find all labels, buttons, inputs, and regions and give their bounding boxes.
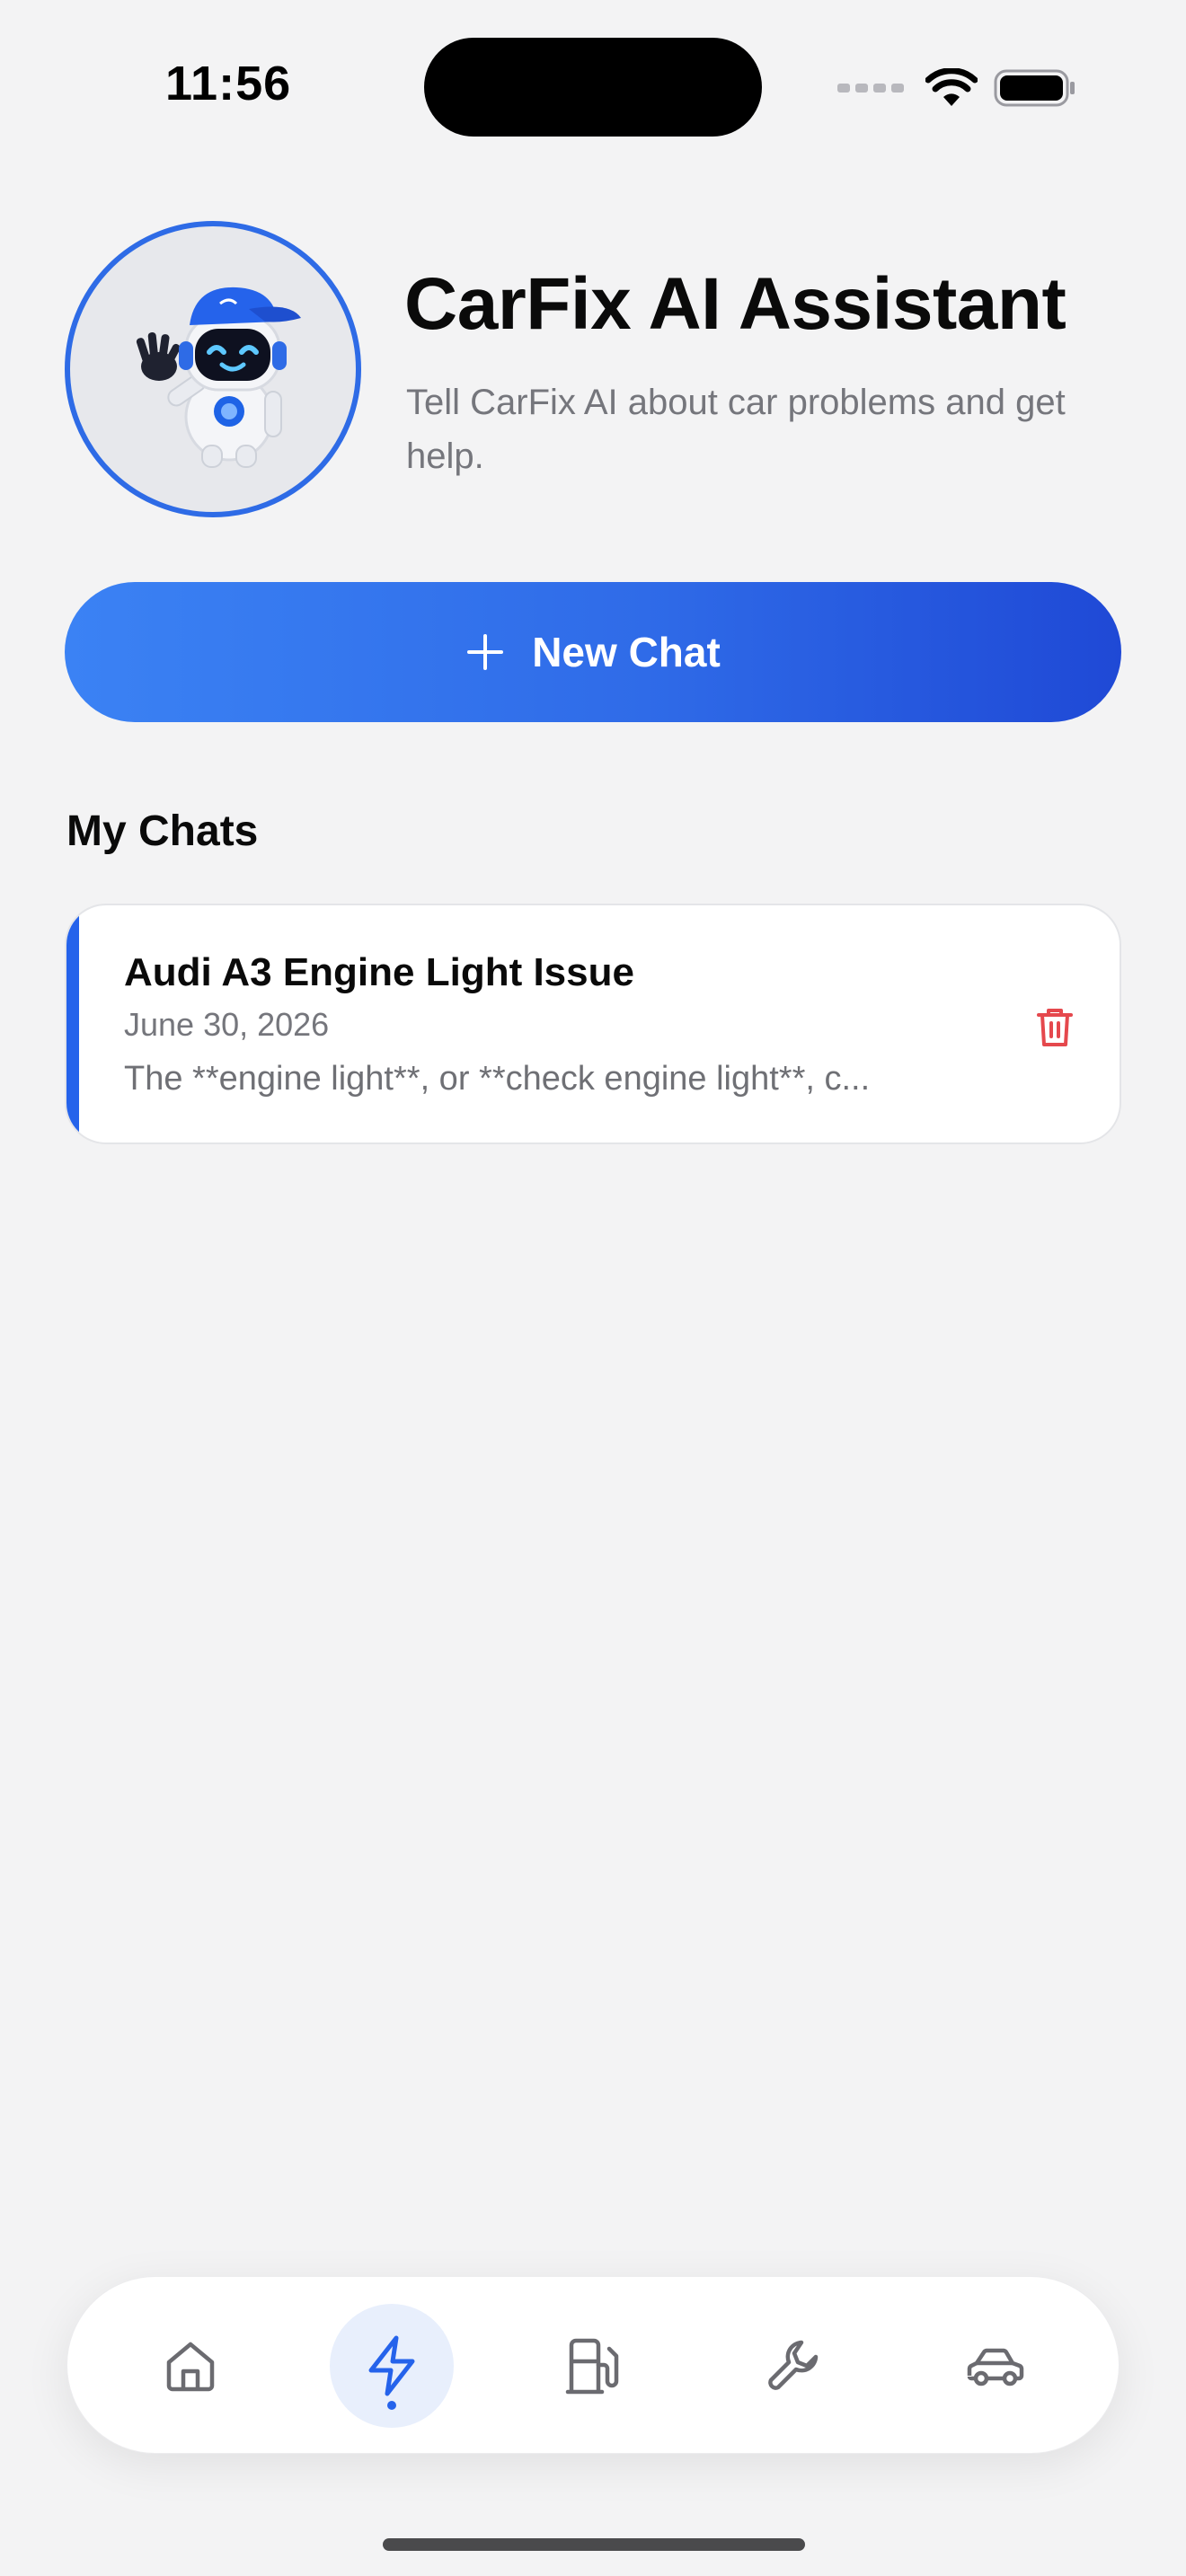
status-time: 11:56 (165, 57, 292, 110)
new-chat-button[interactable]: New Chat (65, 582, 1121, 722)
active-tab-indicator (387, 2401, 396, 2410)
tab-vehicles[interactable] (934, 2304, 1058, 2428)
page-title: CarFix AI Assistant (404, 263, 1067, 345)
chat-title: Audi A3 Engine Light Issue (124, 950, 634, 994)
trash-icon (1037, 1009, 1073, 1046)
chat-list-item[interactable]: Audi A3 Engine Light Issue June 30, 2026… (65, 904, 1121, 1144)
lightning-icon (368, 2335, 415, 2396)
page-subtitle: Tell CarFix AI about car problems and ge… (406, 383, 1066, 476)
plus-icon (467, 634, 504, 670)
robot-mascot-icon (136, 287, 301, 468)
battery-icon (994, 69, 1075, 107)
chat-preview: The **engine light**, or **check engine … (124, 1060, 871, 1098)
tab-fuel[interactable] (531, 2304, 655, 2428)
chat-date: June 30, 2026 (124, 1006, 330, 1043)
status-indicators (837, 63, 1076, 113)
bottom-tab-bar (66, 2276, 1120, 2454)
tab-service[interactable] (732, 2304, 856, 2428)
tab-assistant[interactable] (330, 2304, 454, 2428)
fuel-pump-icon (565, 2338, 619, 2395)
delete-chat-button[interactable] (1026, 999, 1084, 1056)
chat-accent-bar (66, 905, 79, 1142)
home-indicator (383, 2538, 805, 2551)
cellular-signal-icon (837, 84, 904, 93)
section-title-my-chats: My Chats (66, 807, 259, 855)
car-icon (967, 2348, 1024, 2386)
new-chat-label: New Chat (532, 629, 721, 675)
home-icon (166, 2342, 215, 2392)
wifi-icon (925, 68, 978, 106)
dynamic-island (424, 38, 762, 137)
wrench-icon (768, 2340, 819, 2390)
assistant-avatar (65, 221, 361, 517)
screen: 11:56 CarFix AI Assistant Tell CarFix AI… (0, 0, 1186, 2576)
tab-home[interactable] (128, 2304, 252, 2428)
